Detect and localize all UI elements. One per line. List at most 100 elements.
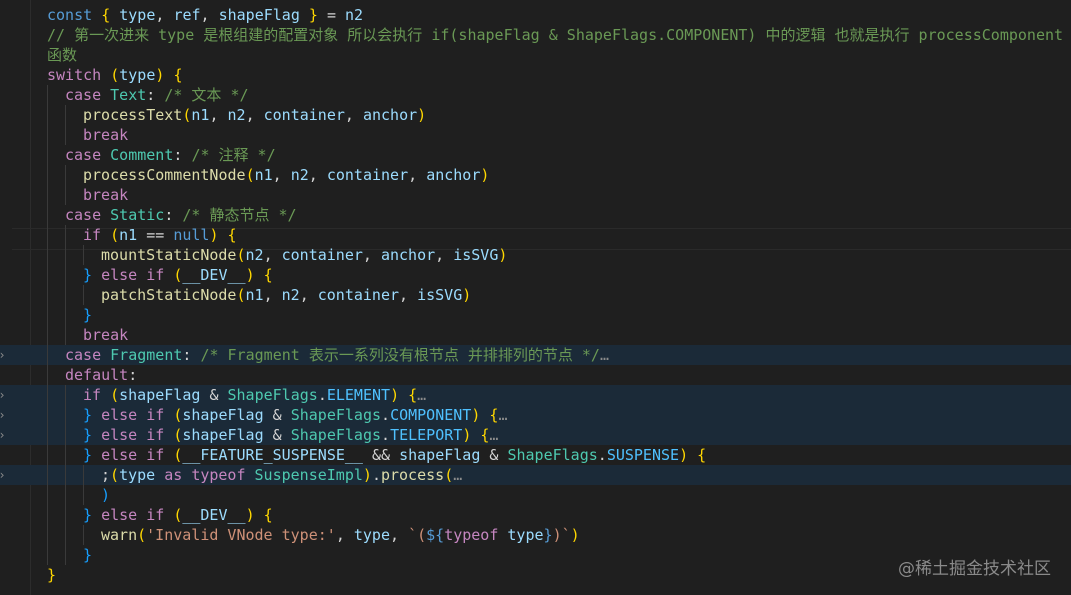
code-line[interactable]: switch (type) { bbox=[0, 65, 1071, 85]
code-text: ) bbox=[101, 486, 111, 504]
code-line[interactable]: case Text: /* 文本 */ bbox=[0, 85, 1071, 105]
fold-chevron-icon[interactable]: › bbox=[0, 385, 8, 405]
code-text: } bbox=[83, 546, 93, 564]
indent-guide bbox=[65, 385, 66, 405]
fold-chevron-icon[interactable]: › bbox=[0, 425, 8, 445]
indent-guide bbox=[65, 105, 66, 125]
indent-guide bbox=[83, 485, 84, 505]
indent-guide bbox=[65, 445, 66, 465]
code-text: } bbox=[83, 306, 93, 324]
indent-guide bbox=[47, 205, 48, 225]
code-text: switch (type) { bbox=[47, 66, 183, 84]
code-editor[interactable]: const { type, ref, shapeFlag } = n2 // 第一… bbox=[0, 0, 1071, 595]
indent-guide bbox=[47, 245, 48, 265]
indent-guide bbox=[65, 325, 66, 345]
code-line[interactable]: patchStaticNode(n1, n2, container, isSVG… bbox=[0, 285, 1071, 305]
code-line[interactable]: mountStaticNode(n2, container, anchor, i… bbox=[0, 245, 1071, 265]
indent-guide bbox=[83, 285, 84, 305]
code-text: case Static: /* 静态节点 */ bbox=[65, 206, 297, 224]
fold-chevron-icon[interactable]: › bbox=[0, 465, 8, 485]
code-line[interactable]: const { type, ref, shapeFlag } = n2 bbox=[0, 5, 1071, 25]
indent-guide bbox=[65, 285, 66, 305]
indent-guide bbox=[47, 465, 48, 485]
code-line[interactable]: processText(n1, n2, container, anchor) bbox=[0, 105, 1071, 125]
code-text: // 第一次进来 type 是根组建的配置对象 所以会执行 if(shapeFl… bbox=[47, 26, 1064, 44]
indent-guide bbox=[47, 485, 48, 505]
indent-guide bbox=[47, 305, 48, 325]
indent-guide bbox=[65, 185, 66, 205]
code-line[interactable]: default: bbox=[0, 365, 1071, 385]
indent-guide bbox=[47, 185, 48, 205]
code-line[interactable]: break bbox=[0, 185, 1071, 205]
code-text: break bbox=[83, 186, 129, 204]
code-line[interactable]: break bbox=[0, 125, 1071, 145]
indent-guide bbox=[47, 425, 48, 445]
code-line[interactable]: if (n1 == null) { bbox=[0, 225, 1071, 245]
code-line[interactable]: } else if (__FEATURE_SUSPENSE__ && shape… bbox=[0, 445, 1071, 465]
indent-guide bbox=[65, 305, 66, 325]
code-line[interactable]: ›} else if (shapeFlag & ShapeFlags.COMPO… bbox=[0, 405, 1071, 425]
indent-guide bbox=[47, 145, 48, 165]
code-text: break bbox=[83, 126, 129, 144]
indent-guide bbox=[65, 525, 66, 545]
indent-guide bbox=[47, 345, 48, 365]
indent-guide bbox=[47, 405, 48, 425]
code-text: processCommentNode(n1, n2, container, an… bbox=[83, 166, 490, 184]
code-line[interactable]: } else if (__DEV__) { bbox=[0, 505, 1071, 525]
indent-guide bbox=[47, 285, 48, 305]
code-line[interactable]: warn('Invalid VNode type:', type, `(${ty… bbox=[0, 525, 1071, 545]
indent-guide bbox=[65, 545, 66, 565]
code-text: default: bbox=[65, 366, 138, 384]
code-text: case Comment: /* 注释 */ bbox=[65, 146, 276, 164]
indent-guide bbox=[47, 125, 48, 145]
indent-guide bbox=[47, 265, 48, 285]
indent-guide bbox=[47, 325, 48, 345]
indent-guide bbox=[65, 245, 66, 265]
code-line[interactable]: › case Fragment: /* Fragment 表示一系列没有根节点 并… bbox=[0, 345, 1071, 365]
code-text: warn('Invalid VNode type:', type, `(${ty… bbox=[101, 526, 580, 544]
code-line[interactable]: processCommentNode(n1, n2, container, an… bbox=[0, 165, 1071, 185]
watermark: @稀土掘金技术社区 bbox=[898, 559, 1051, 579]
indent-guide bbox=[65, 225, 66, 245]
indent-guide bbox=[65, 405, 66, 425]
code-line[interactable]: 函数 bbox=[0, 45, 1071, 65]
code-line[interactable]: › if (shapeFlag & ShapeFlags.ELEMENT) {… bbox=[0, 385, 1071, 405]
indent-guide bbox=[47, 165, 48, 185]
code-text: case Fragment: /* Fragment 表示一系列没有根节点 并排… bbox=[65, 346, 609, 364]
code-text: processText(n1, n2, container, anchor) bbox=[83, 106, 427, 124]
code-text: } else if (__DEV__) { bbox=[83, 266, 273, 284]
indent-guide bbox=[65, 485, 66, 505]
indent-guide bbox=[65, 505, 66, 525]
indent-guide bbox=[47, 445, 48, 465]
code-text: patchStaticNode(n1, n2, container, isSVG… bbox=[101, 286, 472, 304]
indent-guide bbox=[65, 165, 66, 185]
code-line[interactable]: case Static: /* 静态节点 */ bbox=[0, 205, 1071, 225]
fold-chevron-icon[interactable]: › bbox=[0, 405, 8, 425]
indent-guide bbox=[83, 465, 84, 485]
indent-guide bbox=[83, 525, 84, 545]
indent-guide bbox=[47, 225, 48, 245]
indent-guide bbox=[65, 425, 66, 445]
code-line[interactable]: › } else if (shapeFlag & ShapeFlags.TELEP… bbox=[0, 425, 1071, 445]
indent-guide bbox=[47, 545, 48, 565]
code-text: ;(type as typeof SuspenseImpl).process(… bbox=[101, 466, 463, 484]
code-text: mountStaticNode(n2, container, anchor, i… bbox=[101, 246, 508, 264]
indent-guide bbox=[47, 505, 48, 525]
code-line[interactable]: › ;(type as typeof SuspenseImpl).process(… bbox=[0, 465, 1071, 485]
indent-guide bbox=[47, 105, 48, 125]
code-text: if (n1 == null) { bbox=[83, 226, 237, 244]
indent-guide bbox=[47, 525, 48, 545]
code-line[interactable]: ) bbox=[0, 485, 1071, 505]
code-text: const { type, ref, shapeFlag } = n2 bbox=[47, 6, 364, 24]
code-line[interactable]: case Comment: /* 注释 */ bbox=[0, 145, 1071, 165]
code-text: } else if (shapeFlag & ShapeFlags.TELEPO… bbox=[83, 426, 499, 444]
code-line[interactable]: } else if (__DEV__) { bbox=[0, 265, 1071, 285]
code-line[interactable]: } bbox=[0, 305, 1071, 325]
fold-chevron-icon[interactable]: › bbox=[0, 345, 8, 365]
code-text: break bbox=[83, 326, 129, 344]
code-line[interactable]: // 第一次进来 type 是根组建的配置对象 所以会执行 if(shapeFl… bbox=[0, 25, 1071, 45]
code-line[interactable]: break bbox=[0, 325, 1071, 345]
code-text: } bbox=[47, 566, 57, 584]
code-text: } else if (__FEATURE_SUSPENSE__ && shape… bbox=[83, 446, 707, 464]
indent-guide bbox=[47, 365, 48, 385]
